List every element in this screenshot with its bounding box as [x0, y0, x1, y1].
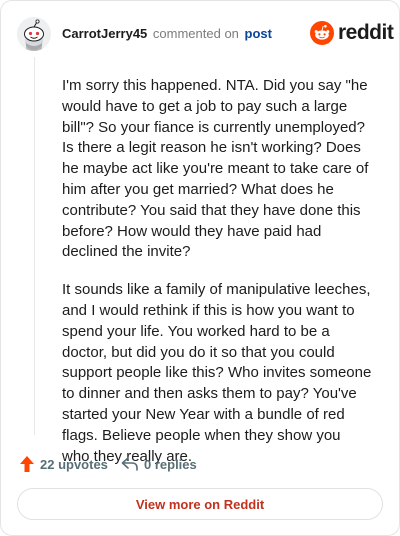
comment-meta: CarrotJerry45 commented on post: [62, 26, 272, 42]
upvote-button[interactable]: 22 upvotes: [19, 453, 108, 475]
reddit-logo[interactable]: reddit: [310, 20, 394, 46]
post-link[interactable]: post: [245, 26, 272, 41]
reddit-snoo-icon: [310, 21, 334, 45]
view-more-on-reddit-button[interactable]: View more on Reddit: [17, 488, 383, 520]
upvote-arrow-icon: [20, 456, 34, 472]
user-avatar[interactable]: [17, 17, 51, 51]
username[interactable]: CarrotJerry45: [62, 26, 147, 41]
upvote-count: 22 upvotes: [40, 456, 108, 472]
comment-paragraph: It sounds like a family of manipulative …: [62, 281, 372, 465]
reddit-wordmark: reddit: [338, 21, 394, 44]
thread-line: [34, 57, 35, 435]
comment-actions: 22 upvotes 0 replies: [17, 453, 385, 475]
comment-paragraph: I'm sorry this happened. NTA. Did you sa…: [62, 77, 369, 261]
embedded-comment-card: CarrotJerry45 commented on post reddit I…: [0, 0, 400, 536]
reply-arrow-icon: [121, 457, 138, 471]
reply-button[interactable]: 0 replies: [121, 453, 197, 475]
comment-header: CarrotJerry45 commented on post reddit: [17, 17, 394, 51]
reply-count: 0 replies: [144, 456, 197, 472]
comment-body: I'm sorry this happened. NTA. Did you sa…: [62, 76, 372, 467]
snoo-avatar-icon: [17, 17, 51, 51]
commented-on-text: commented on: [152, 26, 239, 41]
